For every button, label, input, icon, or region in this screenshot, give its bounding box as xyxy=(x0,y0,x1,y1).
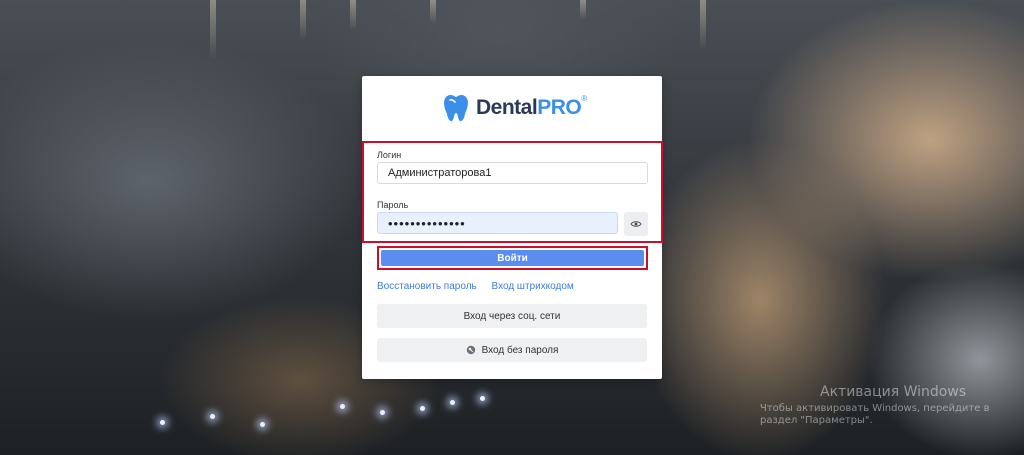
decor-stalactite xyxy=(700,0,706,50)
password-input[interactable] xyxy=(377,212,618,234)
login-input[interactable] xyxy=(377,162,648,184)
login-button[interactable]: Войти xyxy=(381,250,644,266)
brand-name: DentalPRO xyxy=(476,96,582,120)
brand-name-part1: Dental xyxy=(476,96,538,119)
passwordless-login-button[interactable]: Вход без пароля xyxy=(377,338,647,362)
restore-password-link[interactable]: Восстановить пароль xyxy=(377,281,477,292)
submit-highlight-frame: Войти xyxy=(377,246,648,270)
watermark-title: Активация Windows xyxy=(820,384,967,400)
login-card: DentalPRO ® Логин Пароль Войти Восстанов… xyxy=(362,76,663,379)
social-login-button[interactable]: Вход через соц. сети xyxy=(377,304,647,328)
brand-logo: DentalPRO ® xyxy=(442,92,587,124)
eye-icon xyxy=(630,221,642,227)
credentials-highlight-frame: Логин Пароль xyxy=(362,141,663,243)
tooth-logo-icon xyxy=(444,94,468,122)
toggle-password-visibility-button[interactable] xyxy=(624,212,648,236)
walkway-lights xyxy=(150,392,510,432)
decor-stalactite xyxy=(430,0,436,24)
key-icon xyxy=(466,345,475,355)
windows-activation-watermark: Активация Windows Чтобы активировать Win… xyxy=(760,384,1000,427)
decor-stalactite xyxy=(580,0,586,20)
passwordless-login-label: Вход без пароля xyxy=(481,344,559,356)
watermark-subtitle: Чтобы активировать Windows, перейдите в … xyxy=(760,403,990,426)
brand-name-part2: PRO xyxy=(537,96,582,119)
registered-mark: ® xyxy=(581,94,588,103)
login-label: Логин xyxy=(377,150,402,160)
decor-stalactite xyxy=(300,0,306,40)
decor-stalactite xyxy=(210,0,216,60)
social-login-label: Вход через соц. сети xyxy=(463,310,561,322)
password-label: Пароль xyxy=(377,200,409,210)
auxiliary-links: Восстановить пароль Вход штрихкодом xyxy=(377,281,586,292)
barcode-login-link[interactable]: Вход штрихкодом xyxy=(492,281,574,292)
decor-stalactite xyxy=(350,0,356,30)
